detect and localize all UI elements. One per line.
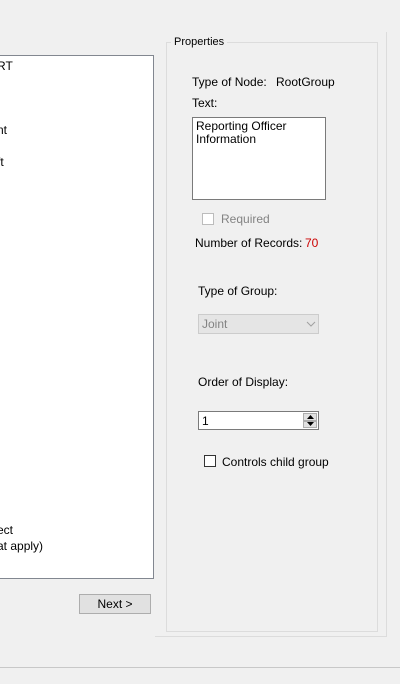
type-of-group-value: Joint xyxy=(202,317,228,331)
next-button[interactable]: Next > xyxy=(79,594,151,614)
tree-view[interactable]: RT nt ft ect at apply) xyxy=(0,55,154,579)
type-of-group-select[interactable]: Joint xyxy=(198,314,319,334)
stepper-down-button[interactable] xyxy=(303,420,317,428)
controls-child-group-checkbox[interactable] xyxy=(204,455,216,467)
arrow-down-icon xyxy=(306,422,314,427)
arrow-up-icon xyxy=(306,414,314,419)
controls-child-group-label: Controls child group xyxy=(222,455,329,469)
order-of-display-label: Order of Display: xyxy=(198,375,289,389)
tree-node-label[interactable]: at apply) xyxy=(0,539,43,553)
stepper-buttons xyxy=(303,413,317,428)
tree-node-label[interactable]: ect xyxy=(0,523,13,537)
status-bar xyxy=(0,667,400,684)
chevron-down-icon xyxy=(304,321,318,327)
order-of-display-stepper[interactable]: 1 xyxy=(198,411,319,430)
type-of-node-label: Type of Node: xyxy=(192,75,267,89)
order-of-display-value: 1 xyxy=(202,414,209,428)
type-of-group-label: Type of Group: xyxy=(198,284,278,298)
stepper-up-button[interactable] xyxy=(303,413,317,421)
tree-node-label[interactable]: RT xyxy=(0,59,13,73)
number-of-records-label: Number of Records: xyxy=(195,236,303,250)
text-label: Text: xyxy=(192,96,218,110)
number-of-records-value: 70 xyxy=(305,236,319,250)
tree-node-label[interactable]: nt xyxy=(0,123,7,137)
type-of-node-value: RootGroup xyxy=(276,75,335,89)
required-checkbox[interactable] xyxy=(202,213,214,225)
properties-title: Properties xyxy=(171,36,228,48)
text-field[interactable]: Reporting Officer Information xyxy=(192,117,326,200)
required-label: Required xyxy=(221,212,270,226)
tree-node-label[interactable]: ft xyxy=(0,155,4,169)
